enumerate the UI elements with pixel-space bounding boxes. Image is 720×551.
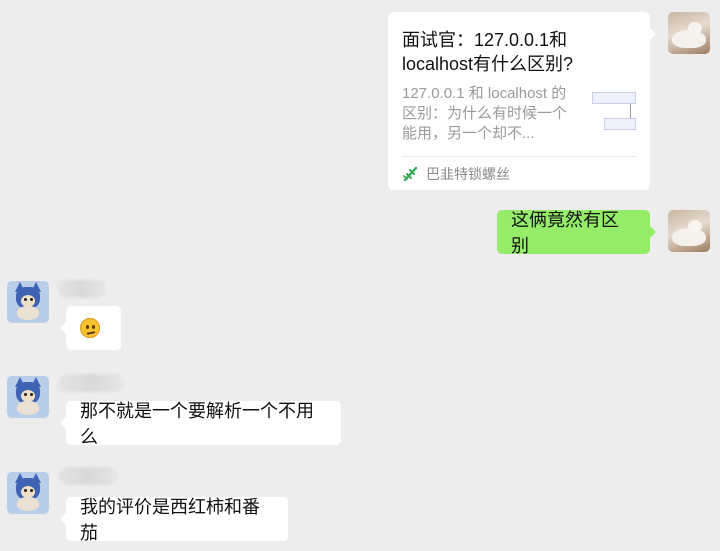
shared-article-card[interactable]: 面试官：127.0.0.1和localhost有什么区别? 127.0.0.1 … [388, 12, 656, 190]
sender-name-blurred [58, 374, 124, 392]
contact-message-bubble[interactable]: 我的评价是西红柿和番茄 [60, 497, 288, 543]
sender-name-blurred [58, 280, 106, 298]
sender-name-blurred [58, 467, 118, 485]
bamboo-icon [403, 166, 418, 181]
contact-message-bubble[interactable]: 那不就是一个要解析一个不用么 [60, 401, 341, 447]
contact-message-bubble[interactable] [60, 306, 121, 350]
confused-face-emoji [80, 318, 100, 338]
message-text: 我的评价是西红柿和番茄 [80, 497, 260, 543]
card-footer: 巴韭特锁螺丝 [402, 156, 636, 190]
contact-avatar[interactable] [7, 281, 49, 323]
card-thumbnail [590, 92, 636, 138]
card-description: 127.0.0.1 和 localhost 的区别：为什么有时候一个能用，另一个… [402, 85, 568, 142]
my-message-bubble[interactable]: 这俩竟然有区别 [497, 210, 656, 256]
my-avatar[interactable] [668, 210, 710, 252]
card-source: 巴韭特锁螺丝 [426, 165, 510, 182]
my-avatar[interactable] [668, 12, 710, 54]
contact-avatar[interactable] [7, 472, 49, 514]
card-title: 面试官：127.0.0.1和localhost有什么区别? [402, 30, 574, 74]
message-text: 那不就是一个要解析一个不用么 [80, 401, 314, 447]
message-text: 这俩竟然有区别 [511, 210, 619, 256]
contact-avatar[interactable] [7, 376, 49, 418]
